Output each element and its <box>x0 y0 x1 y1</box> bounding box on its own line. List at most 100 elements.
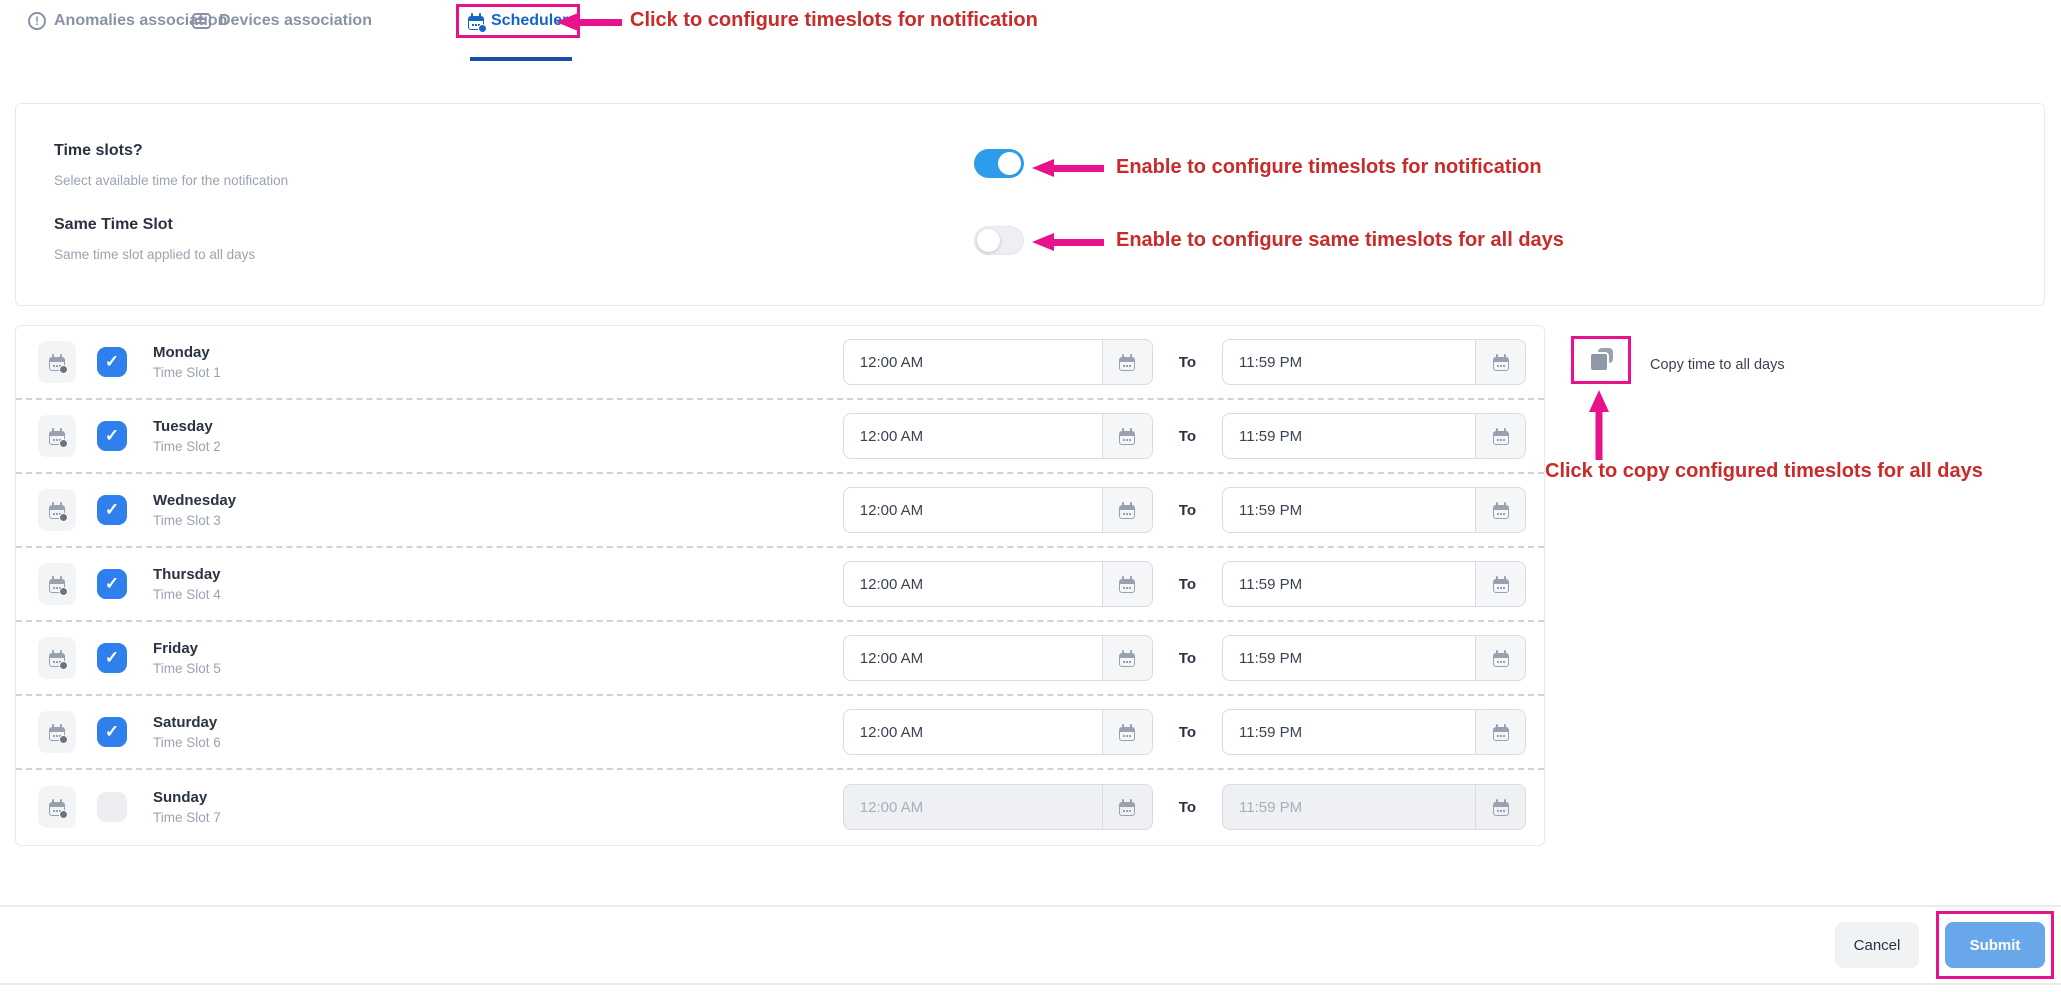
annotation-timeslots-toggle-text: Enable to configure timeslots for notifi… <box>1116 156 1542 179</box>
day-name: Friday <box>153 640 843 657</box>
bottom-divider <box>0 983 2061 985</box>
cancel-button[interactable]: Cancel <box>1835 922 1919 968</box>
day-row-wednesday: ✓ Wednesday Time Slot 3 To <box>16 474 1544 548</box>
day-checkbox[interactable] <box>97 792 127 822</box>
calendar-config-button[interactable] <box>38 415 76 457</box>
day-checkbox[interactable]: ✓ <box>97 717 127 747</box>
end-time-input[interactable] <box>1223 488 1475 532</box>
day-name: Tuesday <box>153 418 843 435</box>
annotation-arrow-left-icon <box>1032 158 1104 178</box>
copy-icon <box>1589 348 1613 372</box>
start-time-calendar-button[interactable] <box>1102 562 1152 606</box>
check-icon: ✓ <box>105 574 119 594</box>
to-label: To <box>1179 428 1196 445</box>
end-time-calendar-button[interactable] <box>1475 636 1525 680</box>
day-name: Saturday <box>153 714 843 731</box>
day-name: Wednesday <box>153 492 843 509</box>
to-label: To <box>1179 724 1196 741</box>
check-icon: ✓ <box>105 722 119 742</box>
start-time-input <box>844 785 1102 829</box>
calendar-config-button[interactable] <box>38 563 76 605</box>
end-time-input[interactable] <box>1223 414 1475 458</box>
check-icon: ✓ <box>105 500 119 520</box>
day-name: Thursday <box>153 566 843 583</box>
start-time-calendar-button[interactable] <box>1102 488 1152 532</box>
day-checkbox[interactable]: ✓ <box>97 347 127 377</box>
day-slot-label: Time Slot 4 <box>153 587 843 602</box>
to-label: To <box>1179 576 1196 593</box>
day-slot-label: Time Slot 5 <box>153 661 843 676</box>
day-slot-label: Time Slot 1 <box>153 365 843 380</box>
end-time-calendar-button[interactable] <box>1475 562 1525 606</box>
end-time-input[interactable] <box>1223 340 1475 384</box>
start-time-input[interactable] <box>844 414 1102 458</box>
day-row-tuesday: ✓ Tuesday Time Slot 2 To <box>16 400 1544 474</box>
end-time-calendar-button[interactable] <box>1475 340 1525 384</box>
start-time-calendar-button[interactable] <box>1102 414 1152 458</box>
submit-button[interactable]: Submit <box>1945 922 2045 968</box>
annotation-tab-text: Click to configure timeslots for notific… <box>630 9 1038 32</box>
calendar-config-button[interactable] <box>38 637 76 679</box>
start-time-calendar-button <box>1102 785 1152 829</box>
tab-devices-association[interactable]: Devices association <box>192 12 372 30</box>
tab-label: Devices association <box>219 12 372 30</box>
day-checkbox[interactable]: ✓ <box>97 643 127 673</box>
day-row-saturday: ✓ Saturday Time Slot 6 To <box>16 696 1544 770</box>
same-time-slot-subtitle: Same time slot applied to all days <box>54 247 255 262</box>
day-row-sunday: Sunday Time Slot 7 To <box>16 770 1544 844</box>
exclamation-circle-icon: ! <box>28 12 46 30</box>
day-row-friday: ✓ Friday Time Slot 5 To <box>16 622 1544 696</box>
day-checkbox[interactable]: ✓ <box>97 569 127 599</box>
annotation-arrow-left-icon <box>556 12 622 32</box>
calendar-config-button[interactable] <box>38 786 76 828</box>
start-time-calendar-button[interactable] <box>1102 636 1152 680</box>
settings-card: Time slots? Select available time for th… <box>15 103 2045 306</box>
end-time-calendar-button <box>1475 785 1525 829</box>
start-time-input[interactable] <box>844 710 1102 754</box>
annotation-same-toggle-text: Enable to configure same timeslots for a… <box>1116 229 1564 252</box>
to-label: To <box>1179 650 1196 667</box>
calendar-icon <box>468 13 484 30</box>
start-time-input[interactable] <box>844 340 1102 384</box>
end-time-calendar-button[interactable] <box>1475 710 1525 754</box>
copy-time-label: Copy time to all days <box>1650 357 1785 373</box>
same-time-slot-title: Same Time Slot <box>54 216 173 234</box>
to-label: To <box>1179 502 1196 519</box>
day-slot-label: Time Slot 2 <box>153 439 843 454</box>
end-time-calendar-button[interactable] <box>1475 488 1525 532</box>
annotation-arrow-left-icon <box>1032 232 1104 252</box>
start-time-input[interactable] <box>844 636 1102 680</box>
calendar-config-button[interactable] <box>38 341 76 383</box>
day-checkbox[interactable]: ✓ <box>97 495 127 525</box>
submit-button-highlight-box: Submit <box>1936 911 2054 979</box>
day-row-thursday: ✓ Thursday Time Slot 4 To <box>16 548 1544 622</box>
day-row-monday: ✓ Monday Time Slot 1 To <box>16 326 1544 400</box>
scheduler-page: ! Anomalies association Devices associat… <box>0 0 2061 992</box>
end-time-input[interactable] <box>1223 636 1475 680</box>
footer-divider <box>0 905 2061 907</box>
to-label: To <box>1179 799 1196 816</box>
calendar-config-button[interactable] <box>38 489 76 531</box>
day-slot-label: Time Slot 3 <box>153 513 843 528</box>
calendar-config-button[interactable] <box>38 711 76 753</box>
time-slots-toggle[interactable] <box>974 149 1024 178</box>
day-slot-label: Time Slot 6 <box>153 735 843 750</box>
start-time-calendar-button[interactable] <box>1102 710 1152 754</box>
day-name: Sunday <box>153 789 843 806</box>
day-checkbox[interactable]: ✓ <box>97 421 127 451</box>
start-time-input[interactable] <box>844 488 1102 532</box>
start-time-calendar-button[interactable] <box>1102 340 1152 384</box>
same-time-slot-toggle[interactable] <box>974 226 1024 255</box>
day-slot-label: Time Slot 7 <box>153 810 843 825</box>
end-time-calendar-button[interactable] <box>1475 414 1525 458</box>
day-name: Monday <box>153 344 843 361</box>
time-slots-title: Time slots? <box>54 142 143 160</box>
start-time-input[interactable] <box>844 562 1102 606</box>
active-tab-underline <box>470 57 572 61</box>
check-icon: ✓ <box>105 352 119 372</box>
time-slots-subtitle: Select available time for the notificati… <box>54 173 288 188</box>
end-time-input[interactable] <box>1223 710 1475 754</box>
check-icon: ✓ <box>105 648 119 668</box>
copy-time-button-highlight-box[interactable] <box>1571 336 1631 384</box>
end-time-input[interactable] <box>1223 562 1475 606</box>
